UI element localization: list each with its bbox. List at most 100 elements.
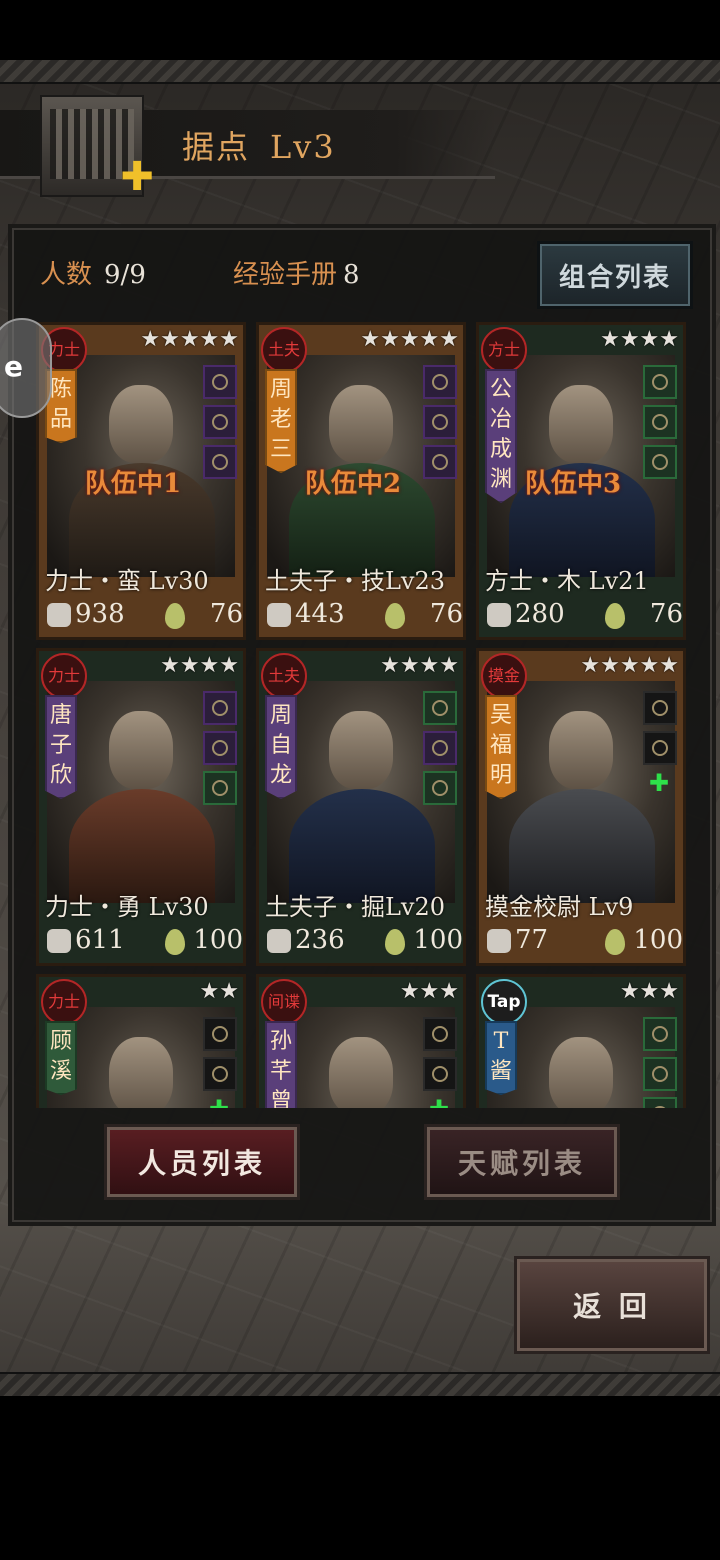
stamina-drop-icon (605, 929, 625, 955)
equipment-slot[interactable] (203, 731, 237, 765)
star-rating: ★★★ (619, 979, 679, 1004)
personnel-list-tab[interactable]: 人员列表 (104, 1124, 300, 1200)
character-card[interactable]: 摸金 ★★★★★ 吴福明 ✚ 摸金校尉 Lv9 77 100 (476, 648, 686, 966)
equipment-slot[interactable] (643, 731, 677, 765)
stamina-drop-icon (605, 603, 625, 629)
power-value: 938 (75, 599, 125, 629)
team-tag: 队伍中2 (305, 469, 402, 499)
equipment-slot[interactable] (203, 771, 237, 805)
fist-icon (47, 929, 71, 953)
equipment-slot[interactable] (423, 445, 457, 479)
side-tab-label: e (4, 350, 23, 383)
character-card[interactable]: 力士 ★★★★ 唐子欣 力士・勇 Lv30 611 100 (36, 648, 246, 966)
class-seal: 力士 (41, 979, 87, 1025)
class-seal: 土夫 (261, 327, 307, 373)
star-rating: ★★★★★ (360, 327, 459, 352)
stamina-value: 100 (633, 925, 683, 955)
fist-icon (487, 603, 511, 627)
talent-list-tab[interactable]: 天赋列表 (424, 1124, 620, 1200)
stat-row: 77 100 (485, 925, 683, 959)
stat-row: 611 100 (45, 925, 243, 959)
character-card[interactable]: Tap ★★★ T酱 (476, 974, 686, 1108)
stamina-value: 76 (649, 599, 683, 629)
class-level: 土夫子・技Lv23 (265, 567, 446, 595)
class-level: 力士・勇 Lv30 (45, 893, 209, 921)
character-card[interactable]: 土夫 ★★★★ 周自龙 土夫子・掘Lv20 236 100 (256, 648, 466, 966)
equipment-slot[interactable] (203, 691, 237, 725)
power-value: 280 (515, 599, 565, 629)
equipment-slot[interactable] (643, 445, 677, 479)
stat-row: 236 100 (265, 925, 463, 959)
equipment-slot[interactable] (643, 365, 677, 399)
star-rating: ★★★★★ (140, 327, 239, 352)
power-value: 77 (515, 925, 549, 955)
star-rating: ★★★★★ (580, 653, 679, 678)
combo-list-button[interactable]: 组合列表 (537, 241, 693, 309)
equipment-slot[interactable] (643, 1057, 677, 1091)
character-card[interactable]: 间谍 ★★★ 孙芊曾 ✚ (256, 974, 466, 1108)
character-name: 公冶成渊 (485, 369, 517, 503)
equipment-slot[interactable] (423, 1017, 457, 1051)
character-name: 周老三 (265, 369, 297, 473)
class-level: 力士・蛮 Lv30 (45, 567, 209, 595)
character-card[interactable]: 方士 ★★★★ 公冶成渊 队伍中3 方士・木 Lv21 280 76 (476, 322, 686, 640)
character-card[interactable]: 力士 ★★★★★ 陈品 队伍中1 力士・蛮 Lv30 938 76 (36, 322, 246, 640)
power-value: 443 (295, 599, 345, 629)
star-rating: ★★★★ (160, 653, 239, 678)
equipment-slot[interactable] (643, 1097, 677, 1108)
people-count-value: 9/9 (104, 260, 146, 290)
equipment-slot[interactable] (643, 1017, 677, 1051)
class-seal: 力士 (41, 653, 87, 699)
team-tag: 队伍中3 (525, 469, 622, 499)
star-rating: ★★★ (399, 979, 459, 1004)
equipment-slot[interactable] (203, 1057, 237, 1091)
class-seal: 摸金 (481, 653, 527, 699)
back-button[interactable]: 返 回 (514, 1256, 710, 1354)
top-ornament-border (0, 60, 720, 84)
floating-side-tab[interactable]: e (0, 318, 52, 418)
star-rating: ★★★★ (600, 327, 679, 352)
equipment-slot[interactable] (203, 405, 237, 439)
stat-row: 443 76 (265, 599, 463, 633)
stat-row: 938 76 (45, 599, 243, 633)
equipment-slot[interactable] (423, 731, 457, 765)
equipment-slot[interactable] (423, 1057, 457, 1091)
character-name: 顾溪 (45, 1021, 77, 1095)
character-name: 唐子欣 (45, 695, 77, 799)
exp-manual-count: 经验手册 8 (233, 254, 360, 291)
class-seal: 方士 (481, 327, 527, 373)
exp-manual-label: 经验手册 (233, 260, 338, 290)
class-level: 土夫子・掘Lv20 (265, 893, 446, 921)
fist-icon (267, 603, 291, 627)
equipment-slot[interactable] (203, 1017, 237, 1051)
base-level: Lv3 (270, 128, 336, 166)
equipment-slot[interactable] (203, 445, 237, 479)
star-rating: ★★ (199, 979, 239, 1004)
upgrade-plus-icon[interactable]: ✚ (120, 157, 154, 197)
add-equipment-icon[interactable]: ✚ (209, 1095, 229, 1108)
character-card[interactable]: 土夫 ★★★★★ 周老三 队伍中2 土夫子・技Lv23 443 76 (256, 322, 466, 640)
equipment-slot[interactable] (423, 691, 457, 725)
character-name: T酱 (485, 1021, 517, 1095)
character-name: 吴福明 (485, 695, 517, 799)
character-card[interactable]: 力士 ★★ 顾溪 ✚ (36, 974, 246, 1108)
people-count-label: 人数 (40, 260, 93, 290)
people-count: 人数 9/9 (40, 254, 146, 291)
class-seal: 间谍 (261, 979, 307, 1025)
taptap-seal: Tap (481, 979, 527, 1025)
equipment-slot[interactable] (423, 405, 457, 439)
equipment-slot[interactable] (423, 365, 457, 399)
power-value: 236 (295, 925, 345, 955)
character-list[interactable]: 力士 ★★★★★ 陈品 队伍中1 力士・蛮 Lv30 938 76 土夫 ★★★… (36, 322, 690, 1108)
add-equipment-icon[interactable]: ✚ (429, 1095, 449, 1108)
exp-manual-value: 8 (343, 260, 360, 290)
equipment-slot[interactable] (203, 365, 237, 399)
equipment-slot[interactable] (643, 405, 677, 439)
class-seal: 土夫 (261, 653, 307, 699)
add-equipment-icon[interactable]: ✚ (649, 769, 669, 797)
equipment-slot[interactable] (423, 771, 457, 805)
team-tag: 队伍中1 (85, 469, 182, 499)
star-rating: ★★★★ (380, 653, 459, 678)
equipment-slot[interactable] (643, 691, 677, 725)
base-title: 据点 Lv3 (182, 122, 336, 168)
